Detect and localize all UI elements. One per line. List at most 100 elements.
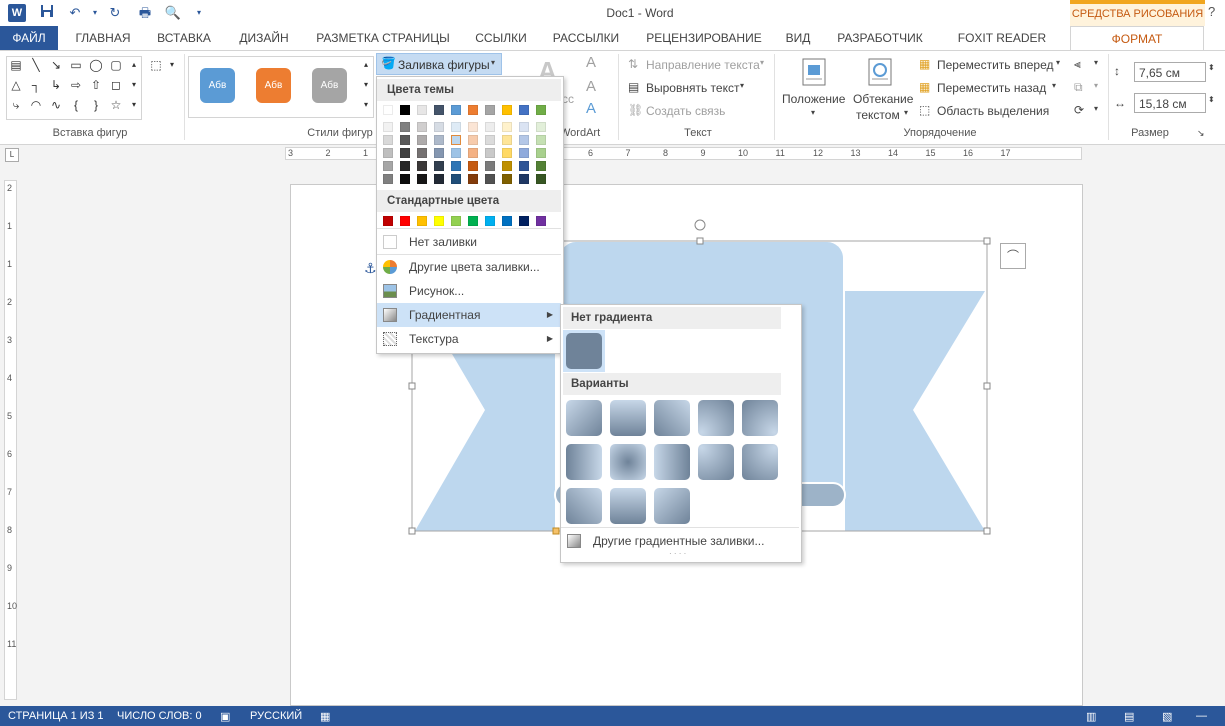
theme-shade-swatch[interactable] [383,174,393,184]
theme-shade-swatch[interactable] [400,148,410,158]
right-arrow-icon[interactable]: ⇨ [68,78,84,92]
send-backward-dropdown-icon[interactable]: ▾ [1052,81,1056,90]
theme-shade-swatch[interactable] [468,148,478,158]
standard-color-swatch[interactable] [468,216,478,226]
rotate-handle[interactable] [694,219,706,231]
web-layout-icon[interactable]: ▧ [1162,710,1172,723]
standard-color-swatch[interactable] [502,216,512,226]
texture-fill-item[interactable]: Текстура ▶ [377,327,561,351]
resize-grip-icon[interactable]: · · · · [669,549,686,558]
theme-shade-swatch[interactable] [451,135,461,145]
gradient-variant-tile[interactable] [610,488,646,524]
gradient-variant-tile[interactable] [610,400,646,436]
brace-left-icon[interactable]: { [68,98,84,112]
picture-fill-item[interactable]: Рисунок... [377,279,561,303]
position-button[interactable]: Положение [782,92,845,106]
text-direction-button[interactable]: Направление текста [646,58,760,72]
style-gray[interactable]: Абв [312,68,347,103]
gradient-variant-tile[interactable] [654,400,690,436]
theme-color-swatch[interactable] [536,105,546,115]
theme-shade-swatch[interactable] [536,135,546,145]
theme-shade-swatch[interactable] [383,161,393,171]
tab-file[interactable]: ФАЙЛ [0,26,58,50]
text-outline-icon[interactable]: A [586,78,596,95]
oval-icon[interactable]: ◯ [88,58,104,72]
style-blue[interactable]: Абв [200,68,235,103]
theme-shade-swatch[interactable] [468,161,478,171]
resize-handle[interactable] [983,237,991,245]
rotate-icon[interactable]: ⟳ [1074,103,1084,117]
theme-shade-swatch[interactable] [434,148,444,158]
theme-color-swatch[interactable] [383,105,393,115]
theme-shade-swatch[interactable] [468,122,478,132]
position-icon[interactable] [800,56,830,86]
tab-mailings[interactable]: РАССЫЛКИ [546,26,626,50]
arrow-line-icon[interactable]: ↘ [48,58,64,72]
theme-shade-swatch[interactable] [434,135,444,145]
theme-shade-swatch[interactable] [468,174,478,184]
theme-shade-swatch[interactable] [400,161,410,171]
gradient-variant-tile[interactable] [698,444,734,480]
theme-shade-swatch[interactable] [502,174,512,184]
word-count[interactable]: ЧИСЛО СЛОВ: 0 [117,710,202,722]
resize-handle[interactable] [408,382,416,390]
theme-shade-swatch[interactable] [400,174,410,184]
bring-forward-button[interactable]: Переместить вперед [937,58,1053,72]
word-app-icon[interactable]: W [8,4,26,22]
wrap-text-line2[interactable]: текстом [856,108,900,122]
selection-pane-button[interactable]: Область выделения [937,104,1049,118]
theme-color-swatch[interactable] [485,105,495,115]
gradient-fill-item[interactable]: Градиентная ▶ [377,303,561,327]
text-effects-icon[interactable]: A [586,100,596,117]
group-objects-icon[interactable]: ⧉ [1074,80,1083,95]
help-icon[interactable]: ? [1208,4,1215,19]
theme-shade-swatch[interactable] [485,174,495,184]
theme-shade-swatch[interactable] [417,174,427,184]
theme-color-swatch[interactable] [468,105,478,115]
width-input[interactable]: 15,18 см [1134,93,1206,113]
theme-shade-swatch[interactable] [451,174,461,184]
theme-shade-swatch[interactable] [383,135,393,145]
freeform-icon[interactable]: ∿ [48,98,64,112]
styles-up-icon[interactable]: ▴ [358,58,374,72]
theme-shade-swatch[interactable] [536,148,546,158]
theme-shade-swatch[interactable] [400,135,410,145]
gallery-more-icon[interactable]: ▾ [126,98,142,112]
undo-icon[interactable]: ↶ [66,4,84,22]
macro-icon[interactable]: ▦ [320,710,330,723]
zoom-out-icon[interactable]: — [1196,710,1207,722]
theme-shade-swatch[interactable] [417,135,427,145]
size-dialog-launcher-icon[interactable]: ↘ [1197,128,1205,139]
create-link-button[interactable]: Создать связь [646,104,725,118]
theme-shade-swatch[interactable] [502,122,512,132]
theme-shade-swatch[interactable] [485,148,495,158]
theme-shade-swatch[interactable] [383,148,393,158]
resize-handle[interactable] [696,237,704,245]
theme-shade-swatch[interactable] [468,135,478,145]
gradient-variant-tile[interactable] [698,400,734,436]
edit-shape-dropdown-icon[interactable]: ▾ [164,58,180,72]
zoom-preview-icon[interactable]: 🔍 [164,4,182,22]
gradient-variant-tile[interactable] [566,444,602,480]
standard-color-swatch[interactable] [434,216,444,226]
theme-color-swatch[interactable] [400,105,410,115]
gradient-variant-tile[interactable] [742,444,778,480]
align-text-button[interactable]: Выровнять текст [646,81,739,95]
bring-forward-dropdown-icon[interactable]: ▾ [1056,58,1060,67]
theme-shade-swatch[interactable] [536,161,546,171]
align-objects-dropdown-icon[interactable]: ▾ [1094,58,1098,67]
page-count[interactable]: СТРАНИЦА 1 ИЗ 1 [8,710,104,722]
arc-icon[interactable]: ◠ [28,98,44,112]
elbow-connector-icon[interactable]: ┐ [28,78,44,92]
resize-handle[interactable] [408,527,416,535]
language[interactable]: РУССКИЙ [250,710,302,722]
triangle-icon[interactable]: △ [8,78,24,92]
save-icon[interactable] [38,4,56,22]
tab-review[interactable]: РЕЦЕНЗИРОВАНИЕ [640,26,768,50]
theme-shade-swatch[interactable] [400,122,410,132]
tab-selector-icon[interactable]: L [5,148,19,162]
theme-color-swatch[interactable] [519,105,529,115]
print-layout-icon[interactable]: ▤ [1124,710,1134,723]
gradient-variant-tile[interactable] [610,444,646,480]
tab-insert[interactable]: ВСТАВКА [150,26,218,50]
